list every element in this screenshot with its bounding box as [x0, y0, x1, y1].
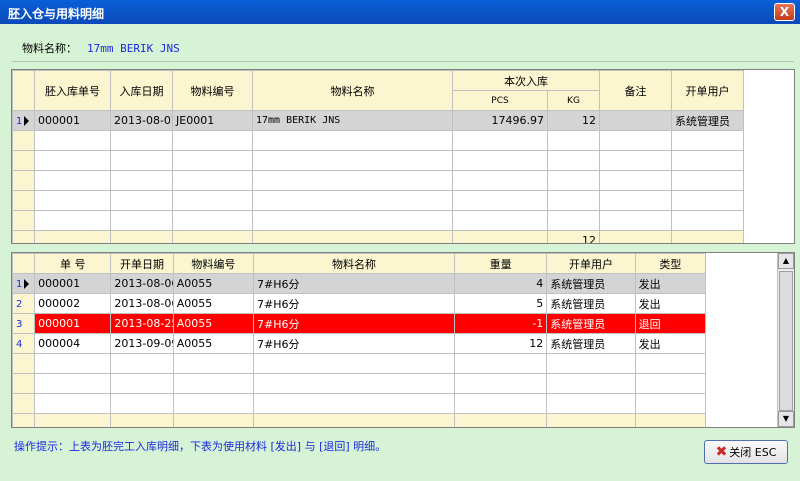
current-row-icon [24, 116, 30, 126]
cell-type[interactable]: 发出 [634, 273, 707, 294]
vertical-scrollbar[interactable]: ▲ ▼ [777, 253, 794, 427]
empty-row [12, 393, 707, 414]
cell-date[interactable]: 2013-08-07 [110, 110, 173, 131]
cell-code[interactable]: A0055 [172, 333, 255, 354]
close-esc-button[interactable]: ✖ 关闭 ESC [704, 440, 788, 464]
table-row[interactable]: 1 000001 2013-08-07 JE0001 17mm BERIK JN… [12, 110, 744, 131]
empty-row [12, 210, 744, 231]
row-indicator: 1 [12, 110, 35, 131]
row-indicator-header [12, 70, 35, 111]
table-row[interactable]: 4 000004 2013-09-09 A0055 7#H6分 12 系统管理员… [12, 333, 707, 354]
operation-hint: 操作提示：上表为胚完工入库明细，下表为使用材料 [发出] 与 [退回] 明细。 [14, 440, 387, 453]
cell-code[interactable]: JE0001 [172, 110, 253, 131]
col-header-user[interactable]: 开单用户 [671, 70, 744, 111]
cell-code[interactable]: A0055 [172, 313, 255, 334]
empty-row [12, 150, 744, 171]
scroll-thumb[interactable] [779, 271, 793, 411]
cell-date[interactable]: 2013-08-06 [110, 273, 174, 294]
table-row[interactable]: 2 000002 2013-08-06 A0055 7#H6分 5 系统管理员 … [12, 293, 707, 314]
cell-qty[interactable]: 4 [453, 273, 548, 294]
empty-row [12, 353, 707, 374]
cell-date[interactable]: 2013-08-06 [110, 293, 174, 314]
row-indicator-header [12, 253, 36, 274]
cell-name[interactable]: 7#H6分 [253, 313, 455, 334]
footer-row: 12 [12, 230, 744, 243]
cell-name[interactable]: 7#H6分 [253, 333, 455, 354]
cell-doc-no[interactable]: 000001 [34, 110, 111, 131]
cell-kg[interactable]: 12 [547, 110, 600, 131]
divider [12, 61, 794, 62]
window-titlebar: 胚入仓与用料明细 X [0, 0, 800, 24]
cell-type[interactable]: 发出 [634, 333, 707, 354]
cell-code[interactable]: A0055 [172, 273, 255, 294]
cell-type[interactable]: 发出 [634, 293, 707, 314]
window-title: 胚入仓与用料明细 [8, 7, 105, 21]
close-esc-label: 关闭 ESC [729, 446, 777, 459]
cell-no[interactable]: 000002 [34, 293, 112, 314]
row-indicator: 4 [12, 333, 36, 354]
table-row[interactable]: 3 000001 2013-08-25 A0055 7#H6分 -1 系统管理员… [12, 313, 707, 334]
cell-name[interactable]: 7#H6分 [253, 273, 455, 294]
window-close-button[interactable]: X [774, 3, 795, 21]
col-header-group: 本次入库 [452, 70, 600, 91]
cell-date[interactable]: 2013-09-09 [110, 333, 174, 354]
col-header-code[interactable]: 物料编号 [172, 70, 253, 111]
col-header-type[interactable]: 类型 [634, 253, 707, 274]
cell-code[interactable]: A0055 [172, 293, 255, 314]
row-indicator: 2 [12, 293, 36, 314]
close-icon: X [779, 5, 790, 19]
cell-user[interactable]: 系统管理员 [546, 273, 636, 294]
col-header-code[interactable]: 物料编号 [172, 253, 255, 274]
col-header-date[interactable]: 开单日期 [110, 253, 174, 274]
cell-name[interactable]: 17mm BERIK JNS [252, 110, 453, 131]
col-header-name[interactable]: 物料名称 [252, 70, 453, 111]
row-indicator: 3 [12, 313, 36, 334]
col-header-date[interactable]: 入库日期 [110, 70, 173, 111]
empty-row [12, 130, 744, 151]
table-row[interactable]: 1 000001 2013-08-06 A0055 7#H6分 4 系统管理员 … [12, 273, 707, 294]
col-header-pcs[interactable]: PCS [452, 90, 548, 111]
material-label: 物料名称： [22, 42, 77, 55]
cell-qty[interactable]: -1 [453, 313, 548, 334]
cell-qty[interactable]: 5 [453, 293, 548, 314]
stock-in-grid[interactable]: 胚入库单号 入库日期 物料编号 物料名称 本次入库 备注 开单用户 PCS KG… [11, 69, 795, 244]
footer-row [12, 413, 707, 427]
row-indicator: 1 [12, 273, 36, 294]
scroll-up-button[interactable]: ▲ [778, 253, 794, 269]
empty-row [12, 373, 707, 394]
col-header-no[interactable]: 单 号 [34, 253, 112, 274]
cell-date[interactable]: 2013-08-25 [110, 313, 174, 334]
col-header-qty[interactable]: 重量 [453, 253, 548, 274]
cell-user[interactable]: 系统管理员 [546, 313, 636, 334]
empty-row [12, 190, 744, 211]
scroll-down-button[interactable]: ▼ [778, 411, 794, 427]
cell-pcs[interactable]: 17496.97 [452, 110, 548, 131]
col-header-name[interactable]: 物料名称 [253, 253, 455, 274]
cell-no[interactable]: 000001 [34, 273, 112, 294]
empty-row [12, 170, 744, 191]
current-row-icon [24, 279, 30, 289]
col-header-user[interactable]: 开单用户 [546, 253, 636, 274]
cell-no[interactable]: 000004 [34, 333, 112, 354]
cell-qty[interactable]: 12 [453, 333, 548, 354]
cell-name[interactable]: 7#H6分 [253, 293, 455, 314]
col-header-doc-no[interactable]: 胚入库单号 [34, 70, 111, 111]
material-value: 17mm BERIK JNS [87, 42, 180, 55]
cell-user[interactable]: 系统管理员 [671, 110, 744, 131]
cell-type[interactable]: 退回 [634, 313, 707, 334]
col-header-kg[interactable]: KG [547, 90, 600, 111]
cell-user[interactable]: 系统管理员 [546, 333, 636, 354]
footer-kg-total: 12 [547, 230, 600, 243]
col-header-remark[interactable]: 备注 [599, 70, 672, 111]
close-icon: ✖ [715, 444, 728, 460]
cell-user[interactable]: 系统管理员 [546, 293, 636, 314]
cell-no[interactable]: 000001 [34, 313, 112, 334]
material-usage-grid[interactable]: 单 号 开单日期 物料编号 物料名称 重量 开单用户 类型 1 000001 2… [11, 252, 795, 428]
material-row: 物料名称： 17mm BERIK JNS [22, 40, 180, 56]
cell-remark[interactable] [599, 110, 672, 131]
